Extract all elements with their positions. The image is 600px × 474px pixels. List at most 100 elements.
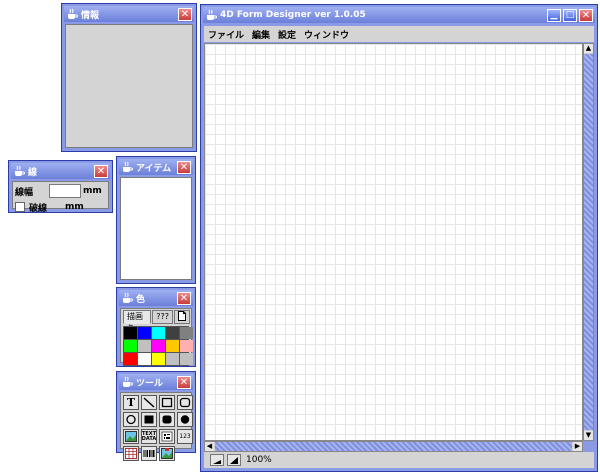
horizontal-scrollbar[interactable]: ◀ ▶ [204, 441, 583, 452]
tool-grid: T TEXT DATA 123 [123, 395, 193, 461]
line-width-input[interactable] [49, 184, 81, 198]
color-swatch[interactable] [124, 353, 137, 365]
line-width-row: 線幅 mm [15, 183, 106, 199]
line-width-label: 線幅 [15, 187, 34, 198]
menu-file[interactable]: ファイル [208, 28, 244, 41]
tab-unknown[interactable]: ??? [152, 310, 173, 324]
menu-window[interactable]: ウィンドウ [304, 28, 349, 41]
info-panel-close-icon[interactable]: ✕ [178, 7, 192, 21]
main-window: 4D Form Designer ver 1.0.05 ▁ □ ✕ ファイル 編… [200, 4, 598, 472]
item-panel-title: アイテム [136, 163, 172, 174]
round-rect-tool-icon[interactable] [177, 395, 193, 410]
main-window-close-icon[interactable]: ✕ [579, 8, 593, 22]
menu-settings[interactable]: 設定 [278, 28, 296, 41]
ellipse-tool-icon[interactable] [123, 412, 139, 427]
scroll-down-icon[interactable]: ▼ [584, 431, 593, 440]
java-cup-icon [123, 376, 133, 387]
tool-panel-title: ツール [136, 378, 164, 389]
dashed-checkbox[interactable] [15, 202, 25, 212]
vertical-scrollbar[interactable]: ▲ ▼ [583, 43, 594, 441]
color-panel-title: 色 [136, 294, 146, 305]
color-panel-close-icon[interactable]: ✕ [177, 291, 191, 305]
color-swatch-grid [123, 326, 193, 366]
menu-bar: ファイル 編集 設定 ウィンドウ [204, 26, 594, 42]
color-swatch[interactable] [166, 327, 179, 339]
filled-ellipse-tool-icon[interactable] [177, 412, 193, 427]
text-data-label: TEXT DATA [141, 430, 157, 442]
tool-panel-titlebar[interactable]: ツール ✕ [119, 374, 193, 390]
color-swatch[interactable] [138, 327, 151, 339]
color-swatch[interactable] [138, 340, 151, 352]
item-panel-titlebar[interactable]: アイテム ✕ [119, 159, 193, 175]
text-data-tool-icon[interactable]: TEXT DATA [141, 429, 157, 444]
color-swatch[interactable] [180, 340, 193, 352]
java-cup-icon [15, 165, 25, 176]
rect-tool-icon[interactable] [159, 395, 175, 410]
java-cup-icon [68, 8, 78, 19]
color-swatch[interactable] [180, 353, 193, 365]
line-panel-title: 線 [28, 167, 38, 178]
color-swatch[interactable] [124, 327, 137, 339]
color-swatch[interactable] [138, 353, 151, 365]
line-panel: 線 ✕ 線幅 mm 破線 mm [8, 160, 113, 214]
minimize-icon[interactable]: ▁ [547, 8, 561, 22]
dashed-unit: mm [65, 202, 84, 212]
color-swatch[interactable] [152, 340, 165, 352]
zoom-in-icon[interactable] [227, 454, 241, 466]
filled-round-rect-tool-icon[interactable] [159, 412, 175, 427]
item-panel: アイテム ✕ [116, 156, 196, 284]
color-swatch[interactable] [152, 353, 165, 365]
barcode-tool-icon[interactable] [159, 429, 175, 444]
scroll-left-icon[interactable]: ◀ [205, 442, 214, 451]
line-width-unit: mm [83, 186, 102, 196]
filled-rect-tool-icon[interactable] [141, 412, 157, 427]
color-swatch[interactable] [166, 340, 179, 352]
scroll-up-icon[interactable]: ▲ [584, 44, 593, 53]
tab-page[interactable] [174, 310, 190, 324]
barcode-list-tool-icon[interactable] [141, 446, 157, 461]
info-panel-titlebar[interactable]: 情報 ✕ [64, 6, 194, 22]
maximize-icon[interactable]: □ [563, 8, 577, 22]
tool-panel: ツール ✕ T TEXT DATA 123 [116, 371, 196, 461]
number-tool-label: 123 [179, 433, 191, 440]
page-icon [178, 311, 186, 321]
color-panel: 色 ✕ 描画色 ??? [116, 287, 196, 367]
color-swatch[interactable] [180, 327, 193, 339]
color-tabs: 描画色 ??? [123, 310, 191, 333]
line-panel-close-icon[interactable]: ✕ [94, 164, 108, 178]
line-tool-icon[interactable] [141, 395, 157, 410]
java-cup-icon [123, 161, 133, 172]
tool-panel-close-icon[interactable]: ✕ [177, 375, 191, 389]
color-panel-titlebar[interactable]: 色 ✕ [119, 290, 193, 306]
main-window-title: 4D Form Designer ver 1.0.05 [220, 10, 366, 20]
image-data-tool-icon[interactable] [159, 446, 175, 461]
main-window-titlebar[interactable]: 4D Form Designer ver 1.0.05 ▁ □ ✕ [203, 7, 595, 23]
color-swatch[interactable] [152, 327, 165, 339]
zoom-out-icon[interactable] [210, 454, 224, 466]
number-tool-icon[interactable]: 123 [177, 429, 193, 444]
tool-panel-body: T TEXT DATA 123 [120, 392, 193, 461]
tab-draw-color[interactable]: 描画色 [123, 310, 152, 333]
line-panel-titlebar[interactable]: 線 ✕ [11, 163, 110, 179]
line-panel-body: 線幅 mm 破線 mm [12, 181, 109, 214]
dashed-row: 破線 mm [15, 199, 106, 215]
color-panel-body: 描画色 ??? [120, 308, 193, 366]
image-tool-icon[interactable] [123, 429, 139, 444]
design-canvas[interactable] [204, 43, 583, 441]
java-cup-icon [123, 292, 133, 303]
menu-edit[interactable]: 編集 [252, 28, 270, 41]
status-bar: 100% [204, 452, 594, 468]
item-list[interactable] [120, 177, 192, 280]
info-panel-title: 情報 [81, 10, 100, 21]
java-cup-icon [207, 9, 217, 20]
vertical-scroll-thumb[interactable] [584, 54, 593, 430]
scroll-right-icon[interactable]: ▶ [573, 442, 582, 451]
info-panel: 情報 ✕ [61, 3, 197, 152]
table-tool-icon[interactable] [123, 446, 139, 461]
color-swatch[interactable] [124, 340, 137, 352]
info-panel-body [65, 24, 193, 148]
horizontal-scroll-thumb[interactable] [215, 442, 572, 451]
color-swatch[interactable] [166, 353, 179, 365]
item-panel-close-icon[interactable]: ✕ [177, 160, 191, 174]
text-tool-icon[interactable]: T [123, 395, 139, 410]
